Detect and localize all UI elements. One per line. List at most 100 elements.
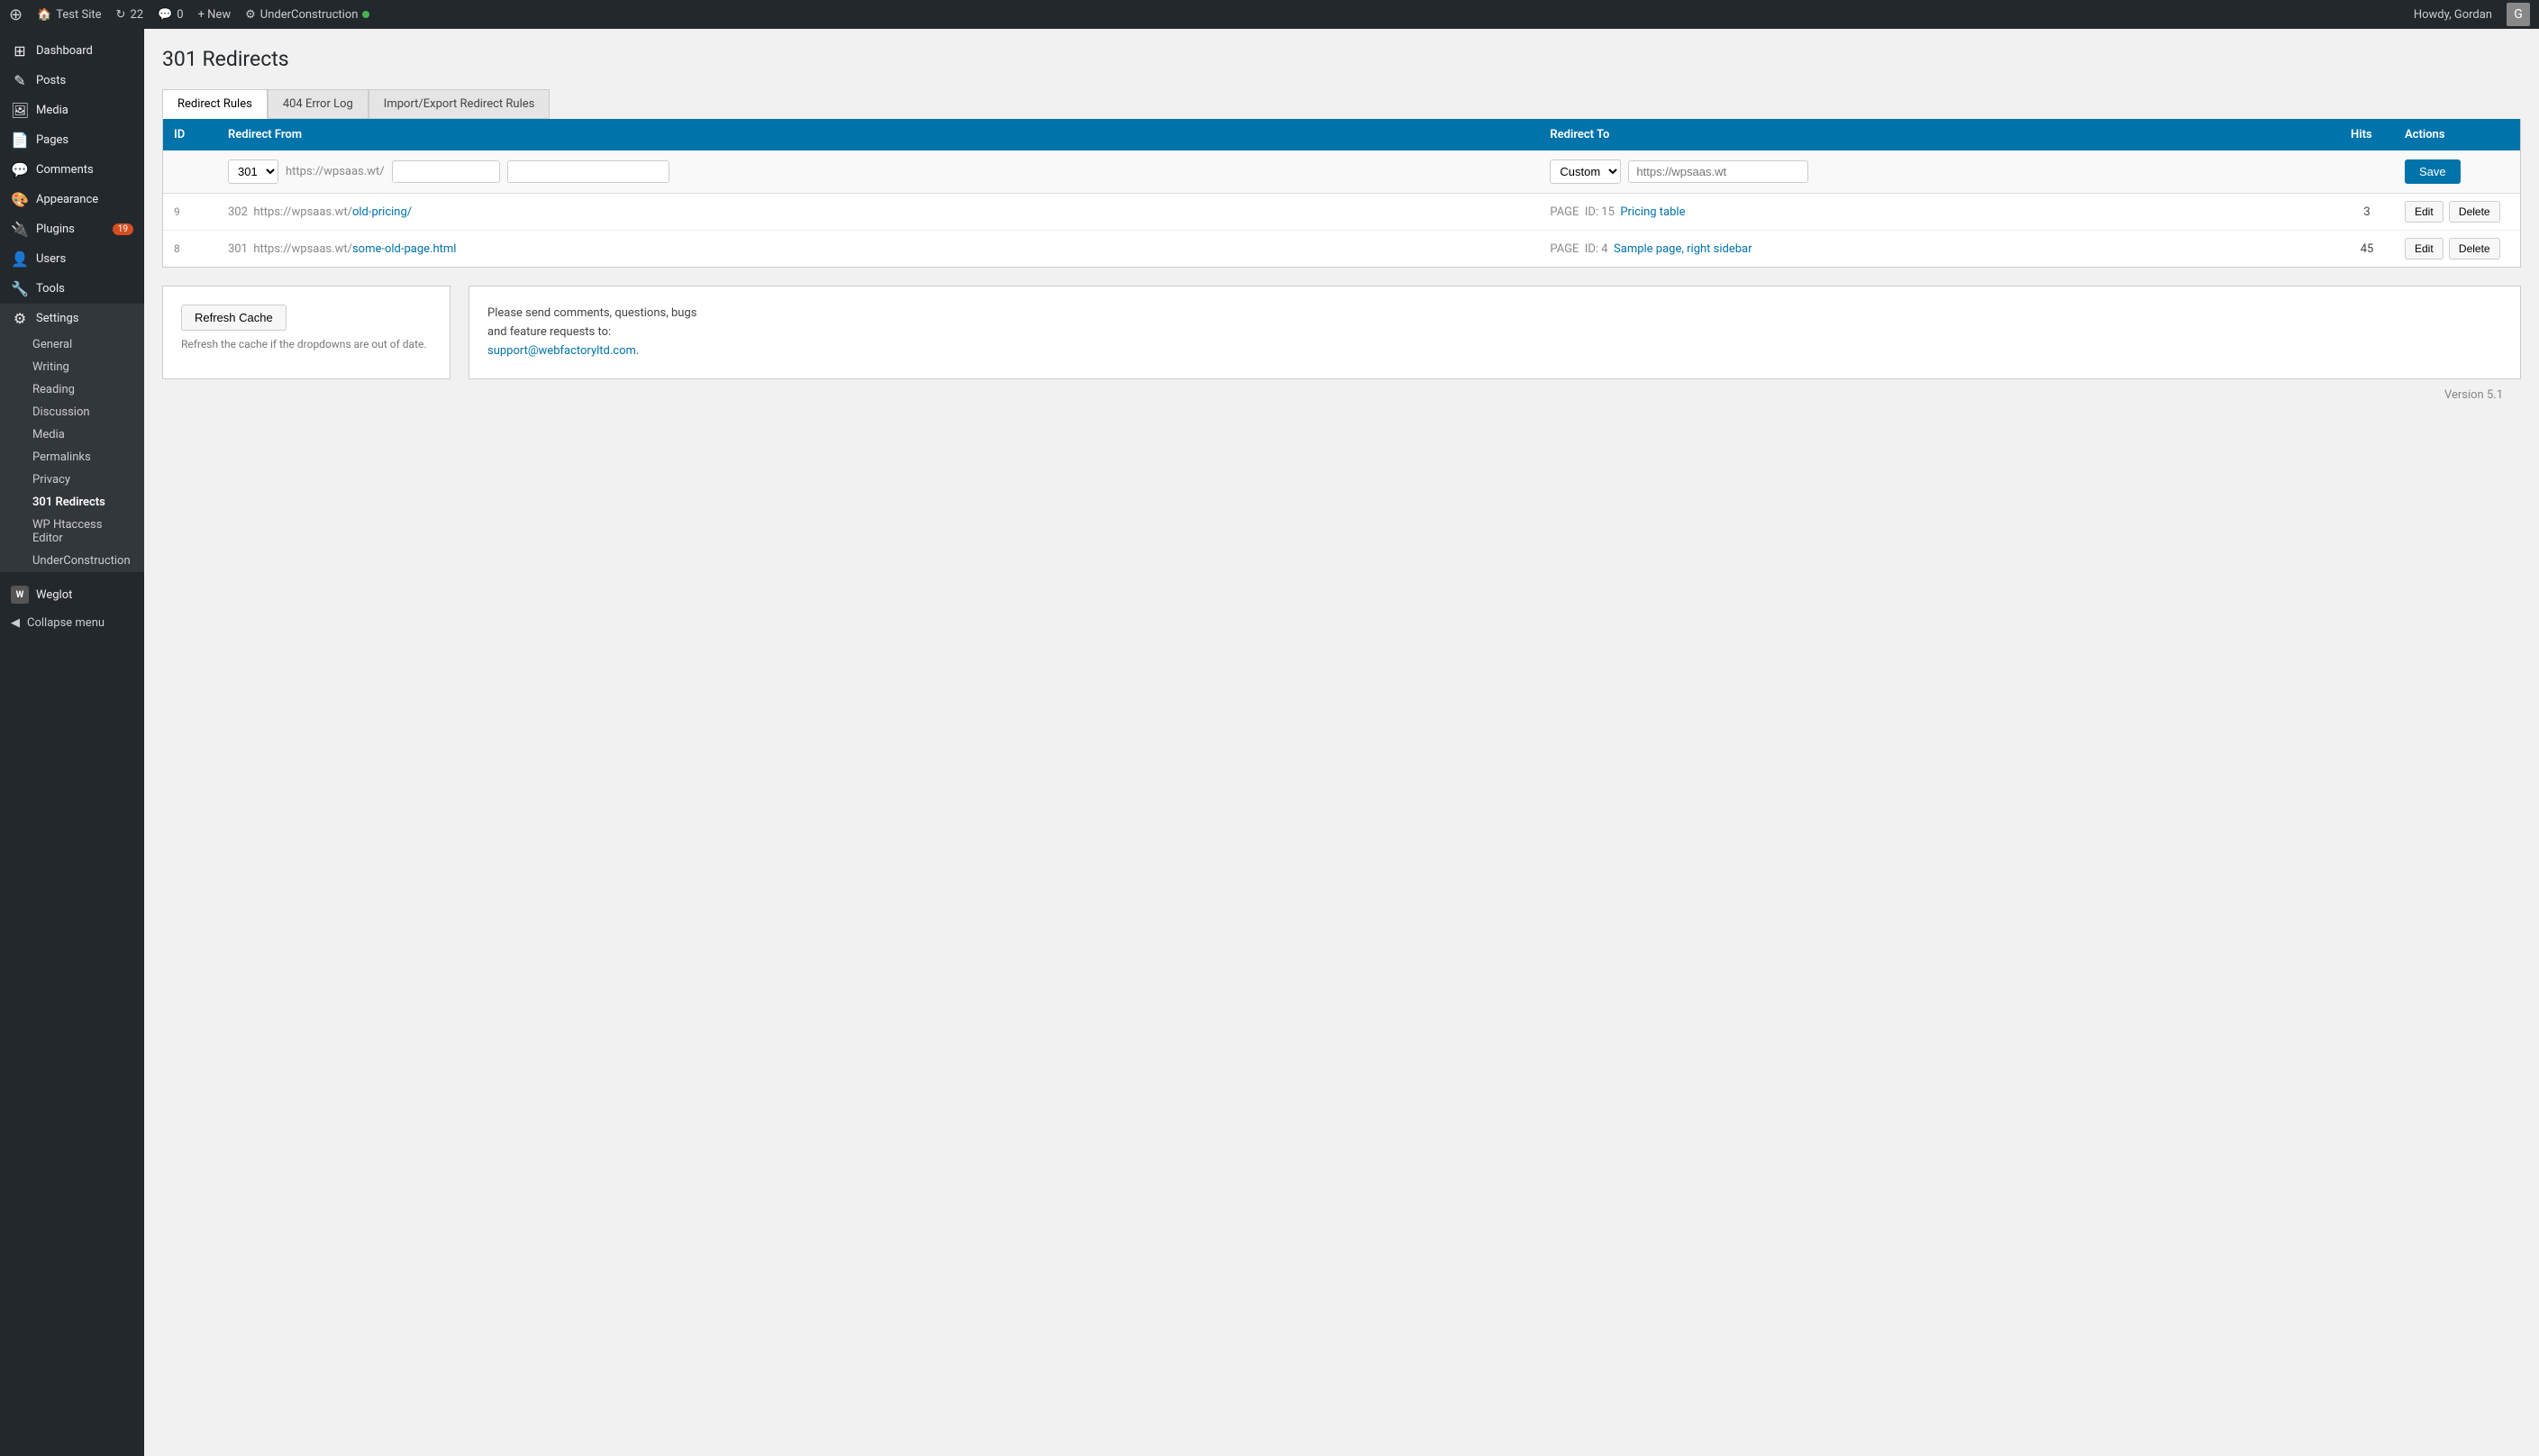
redirect-type-select[interactable]: CustomPage <box>1550 159 1621 184</box>
version-text: Version 5.1 <box>2444 388 2503 402</box>
posts-icon: ✎ <box>11 72 29 89</box>
page-label: PAGE <box>1550 242 1579 256</box>
updates-link[interactable]: ↻ 22 <box>116 8 144 22</box>
plugin-name: UnderConstruction <box>260 8 359 22</box>
plugin-icon: ⚙ <box>245 8 256 22</box>
submenu-media[interactable]: Media <box>0 423 144 446</box>
sidebar-item-weglot[interactable]: W Weglot <box>0 579 144 610</box>
submenu-discussion[interactable]: Discussion <box>0 401 144 423</box>
url-base: https://wpsaas.wt/ <box>253 205 352 219</box>
tab-redirect-rules[interactable]: Redirect Rules <box>162 89 268 119</box>
sidebar-label-settings: Settings <box>36 312 78 325</box>
submenu-permalinks[interactable]: Permalinks <box>0 446 144 469</box>
header-hits: Hits <box>2340 119 2394 150</box>
sidebar-item-plugins[interactable]: 🔌 Plugins 19 <box>0 214 144 244</box>
comments-icon: 💬 <box>158 8 172 22</box>
comments-nav-icon: 💬 <box>11 161 29 178</box>
wp-icon: ⊕ <box>9 5 23 24</box>
sidebar-label-plugins: Plugins <box>36 223 75 236</box>
appearance-icon: 🎨 <box>11 191 29 208</box>
url-base: https://wpsaas.wt/ <box>253 242 352 256</box>
wp-logo[interactable]: ⊕ <box>9 5 23 24</box>
settings-submenu: General Writing Reading Discussion Media… <box>0 333 144 572</box>
refresh-cache-button[interactable]: Refresh Cache <box>181 305 287 331</box>
sidebar-item-pages[interactable]: 📄 Pages <box>0 125 144 155</box>
sidebar-item-media[interactable]: 🖼 Media <box>0 96 144 125</box>
page-id: ID: 4 <box>1585 242 1608 256</box>
sidebar-item-dashboard[interactable]: ⊞ Dashboard <box>0 36 144 66</box>
submenu-general[interactable]: General <box>0 333 144 356</box>
submenu-wp-htaccess[interactable]: WP Htaccess Editor <box>0 514 144 550</box>
refresh-cache-description: Refresh the cache if the dropdowns are o… <box>181 338 432 350</box>
sidebar-item-tools[interactable]: 🔧 Tools <box>0 274 144 304</box>
info-text-2: and feature requests to: <box>487 325 611 339</box>
edit-button[interactable]: Edit <box>2405 201 2443 223</box>
refresh-cache-card: Refresh Cache Refresh the cache if the d… <box>162 286 450 379</box>
plugins-icon: 🔌 <box>11 221 29 238</box>
site-name-link[interactable]: 🏠 Test Site <box>37 8 101 22</box>
sidebar-label-comments: Comments <box>36 163 94 177</box>
redirect-from-query-input[interactable] <box>507 160 669 183</box>
new-content-link[interactable]: + New <box>198 8 232 22</box>
updates-icon: ↻ <box>116 8 126 22</box>
sidebar-label-dashboard: Dashboard <box>36 44 93 58</box>
comments-count: 0 <box>177 8 183 22</box>
sidebar-item-posts[interactable]: ✎ Posts <box>0 66 144 96</box>
hits-count: 3 <box>2363 205 2370 219</box>
tabs-container: Redirect Rules 404 Error Log Import/Expo… <box>162 89 2521 119</box>
collapse-icon: ◀ <box>11 616 20 630</box>
submenu-underconstruction[interactable]: UnderConstruction <box>0 550 144 572</box>
url-prefix-label: https://wpsaas.wt/ <box>286 165 385 178</box>
header-id: ID <box>163 119 217 150</box>
page-id: ID: 15 <box>1585 205 1615 219</box>
delete-button[interactable]: Delete <box>2449 201 2500 223</box>
row-number: 9 <box>174 205 180 218</box>
redirect-code: 301 <box>228 242 248 256</box>
sidebar-label-appearance: Appearance <box>36 193 98 206</box>
row-number: 8 <box>174 242 180 255</box>
comments-link[interactable]: 💬 0 <box>158 8 184 22</box>
sidebar-item-comments[interactable]: 💬 Comments <box>0 155 144 185</box>
sidebar-label-pages: Pages <box>36 133 68 147</box>
edit-button[interactable]: Edit <box>2405 238 2443 259</box>
redirect-code-select[interactable]: 301302 <box>228 159 278 184</box>
plugin-link[interactable]: ⚙ UnderConstruction <box>245 8 369 22</box>
submenu-301-redirects[interactable]: 301 Redirects <box>0 491 144 514</box>
tab-404-error-log[interactable]: 404 Error Log <box>268 89 369 119</box>
site-name: Test Site <box>56 8 101 22</box>
redirect-dest-input[interactable] <box>1628 160 1808 183</box>
version-bar: Version 5.1 <box>162 379 2521 411</box>
sidebar-item-appearance[interactable]: 🎨 Appearance <box>0 185 144 214</box>
media-icon: 🖼 <box>11 102 29 119</box>
sidebar-label-media: Media <box>36 104 68 117</box>
sidebar-label-users: Users <box>36 252 66 266</box>
info-card: Please send comments, questions, bugs an… <box>469 286 2521 379</box>
collapse-menu-button[interactable]: ◀ Collapse menu <box>0 610 144 636</box>
support-email-link[interactable]: support@webfactoryltd.com <box>487 344 636 358</box>
plugins-badge: 19 <box>113 223 133 235</box>
page-name-link[interactable]: Pricing table <box>1620 205 1685 219</box>
tab-import-export[interactable]: Import/Export Redirect Rules <box>369 89 551 119</box>
sidebar-label-posts: Posts <box>36 74 66 87</box>
new-label: + New <box>198 8 232 22</box>
save-redirect-button[interactable]: Save <box>2405 159 2461 184</box>
table-row: 9 302 https://wpsaas.wt/old-pricing/ PAG… <box>163 194 2520 231</box>
page-name-link[interactable]: Sample page, right sidebar <box>1614 242 1752 256</box>
info-text-1: Please send comments, questions, bugs <box>487 306 696 320</box>
table-row: 8 301 https://wpsaas.wt/some-old-page.ht… <box>163 231 2520 268</box>
submenu-reading[interactable]: Reading <box>0 378 144 401</box>
redirects-table: ID Redirect From Redirect To Hits Action… <box>163 119 2520 267</box>
redirect-from-path-input[interactable] <box>392 160 500 183</box>
submenu-privacy[interactable]: Privacy <box>0 469 144 491</box>
submenu-writing[interactable]: Writing <box>0 356 144 378</box>
avatar[interactable]: G <box>2507 3 2530 26</box>
pages-icon: 📄 <box>11 132 29 149</box>
sidebar-item-settings[interactable]: ⚙ Settings <box>0 304 144 333</box>
sidebar-item-users[interactable]: 👤 Users <box>0 244 144 274</box>
url-path-link[interactable]: some-old-page.html <box>352 242 456 256</box>
info-text-3: . <box>636 344 639 358</box>
delete-button[interactable]: Delete <box>2449 238 2500 259</box>
dashboard-icon: ⊞ <box>11 42 29 59</box>
header-redirect-from: Redirect From <box>217 119 1539 150</box>
url-path-link[interactable]: old-pricing/ <box>352 205 412 219</box>
